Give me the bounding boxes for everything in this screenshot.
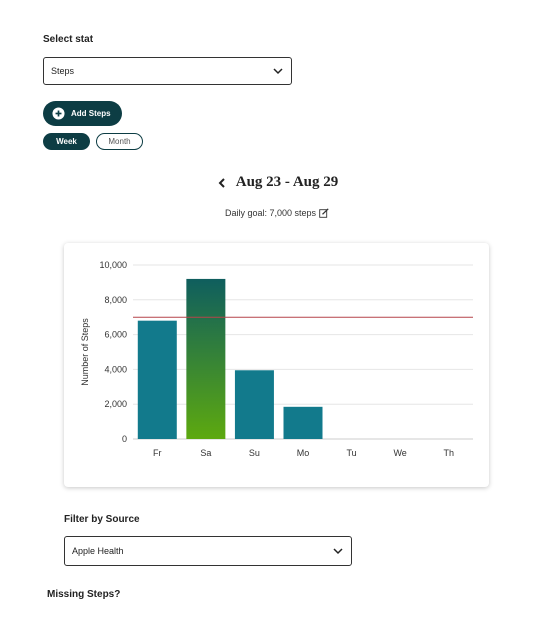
date-range-header: Aug 23 - Aug 29 [0, 174, 554, 191]
y-axis-label: Number of Steps [80, 318, 90, 386]
select-stat-label: Select stat [43, 34, 94, 45]
x-tick-label: Su [249, 448, 260, 458]
x-tick-label: Mo [297, 448, 310, 458]
add-steps-button[interactable]: Add Steps [43, 101, 122, 126]
x-tick-label: Fr [153, 448, 162, 458]
source-select[interactable]: Apple Health [64, 536, 352, 566]
week-toggle[interactable]: Week [43, 133, 90, 150]
y-tick-label: 0 [122, 434, 127, 444]
daily-goal-text: Daily goal: 7,000 steps [224, 208, 317, 218]
bar-sa[interactable] [186, 278, 226, 439]
y-tick-label: 4,000 [104, 364, 127, 374]
date-range-title: Aug 23 - Aug 29 [235, 174, 339, 190]
x-tick-label: Th [443, 448, 454, 458]
plus-circle-icon [52, 107, 65, 120]
add-steps-label: Add Steps [71, 109, 111, 118]
y-tick-label: 6,000 [104, 330, 127, 340]
bar-fr[interactable] [137, 320, 177, 439]
missing-steps-link[interactable]: Missing Steps? [47, 589, 120, 600]
bar-su[interactable] [234, 370, 274, 439]
chevron-down-icon [273, 68, 283, 75]
y-tick-label: 8,000 [104, 295, 127, 305]
y-tick-label: 2,000 [104, 399, 127, 409]
stat-select[interactable]: Steps [43, 57, 292, 85]
steps-bar-chart: 0 2,000 4,000 6,000 8,000 10,000 Fr Sa Su Mo Tu We T… [80, 260, 473, 458]
month-toggle[interactable]: Month [96, 133, 143, 150]
filter-source-label: Filter by Source [64, 514, 140, 525]
edit-icon[interactable] [319, 208, 329, 218]
steps-chart-card: 0 2,000 4,000 6,000 8,000 10,000 Fr Sa Su Mo Tu We T… [64, 243, 489, 487]
bar-mo[interactable] [283, 406, 323, 439]
y-tick-label: 10,000 [99, 260, 127, 270]
chevron-down-icon [333, 548, 343, 555]
source-select-value: Apple Health [72, 546, 124, 556]
chevron-left-icon[interactable] [216, 176, 228, 190]
x-tick-label: Tu [346, 448, 356, 458]
stat-select-value: Steps [51, 66, 75, 76]
daily-goal: Daily goal: 7,000 steps [0, 208, 554, 218]
x-tick-label: We [393, 448, 406, 458]
x-tick-label: Sa [200, 448, 211, 458]
